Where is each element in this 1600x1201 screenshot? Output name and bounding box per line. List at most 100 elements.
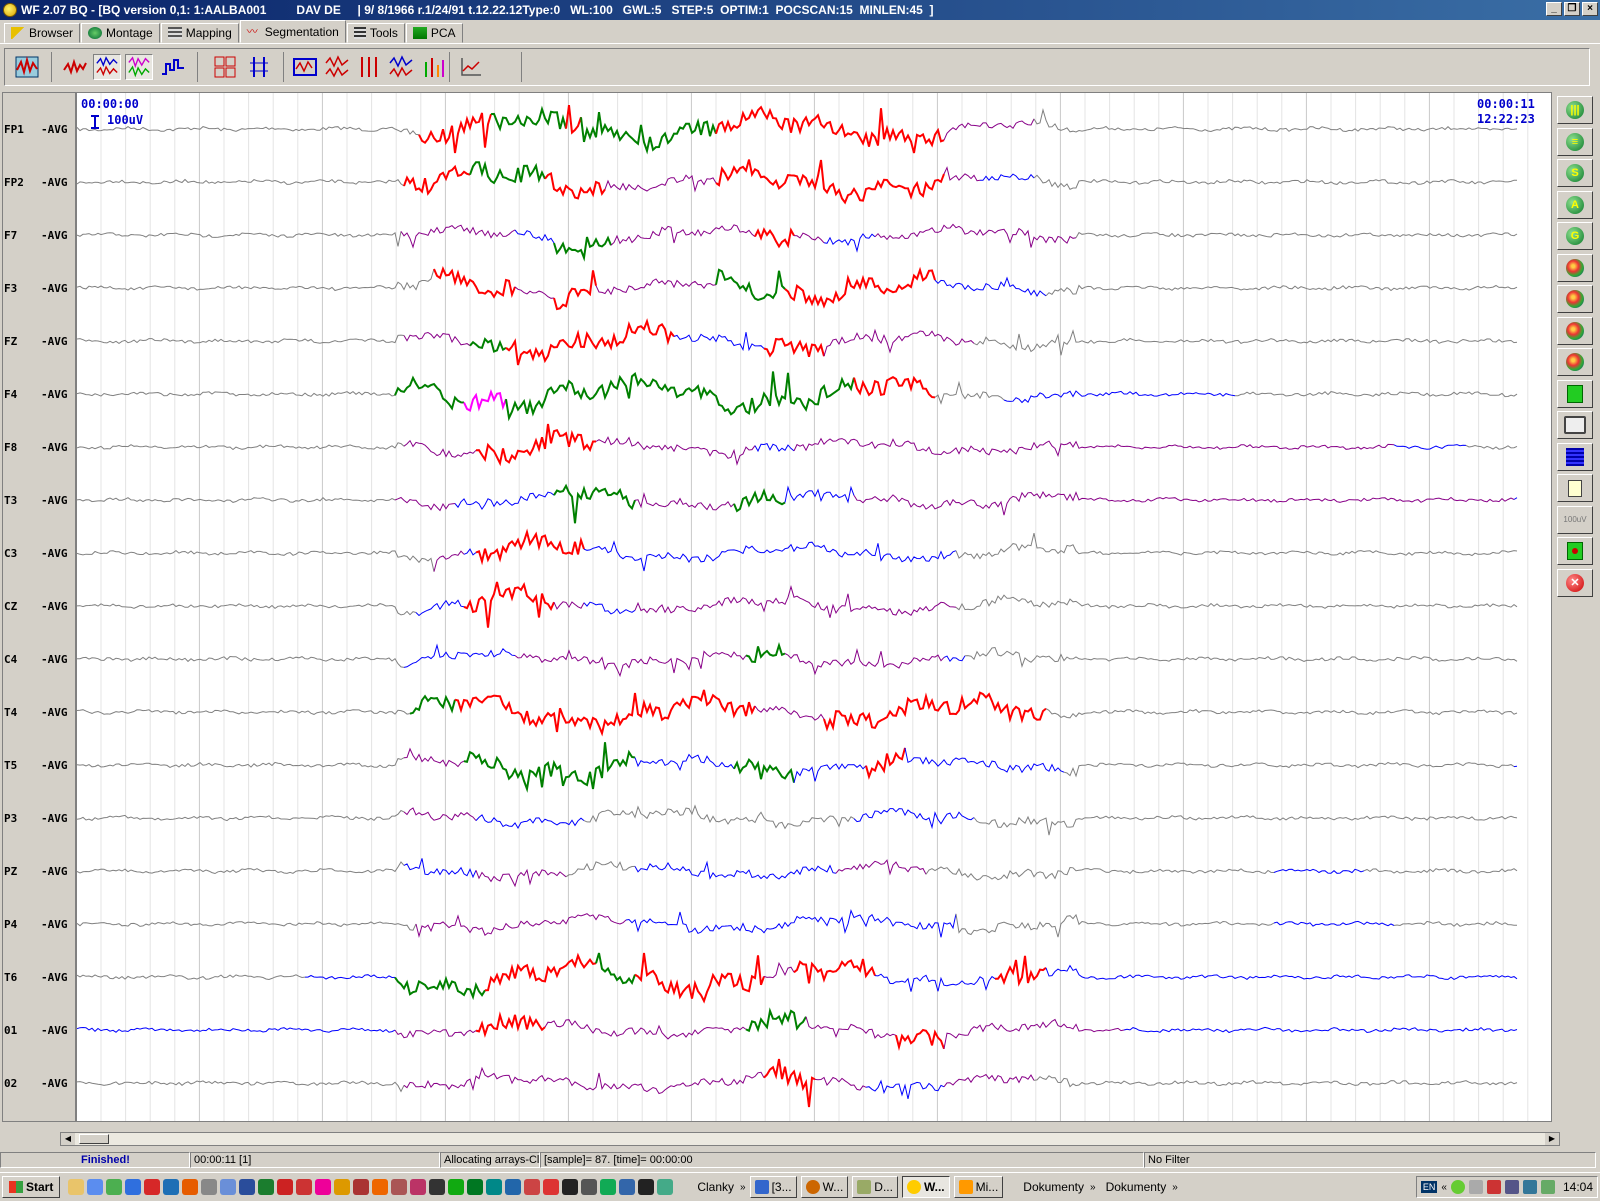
scroll-thumb[interactable] bbox=[79, 1134, 109, 1144]
side-button[interactable] bbox=[1557, 285, 1593, 313]
side-button[interactable]: A bbox=[1557, 191, 1593, 219]
task-button[interactable]: [3... bbox=[750, 1176, 797, 1198]
start-button[interactable]: Start bbox=[2, 1176, 60, 1198]
histogram-icon[interactable] bbox=[159, 54, 187, 80]
tray-expand-icon[interactable]: « bbox=[1441, 1182, 1447, 1193]
quick-launch-icon[interactable] bbox=[581, 1179, 597, 1195]
quick-launch-icon[interactable] bbox=[562, 1179, 578, 1195]
chart-icon[interactable] bbox=[457, 54, 485, 80]
segment-view-icon[interactable] bbox=[13, 54, 41, 80]
quick-launch-icon[interactable] bbox=[68, 1179, 84, 1195]
documents-toolbar[interactable]: Dokumenty bbox=[1023, 1180, 1084, 1194]
scroll-right-icon[interactable]: ▶ bbox=[1545, 1133, 1559, 1145]
quick-launch-icon[interactable] bbox=[486, 1179, 502, 1195]
side-button[interactable] bbox=[1557, 380, 1593, 408]
chevron-icon[interactable]: » bbox=[1090, 1182, 1096, 1193]
tab-pca[interactable]: PCA bbox=[406, 23, 463, 43]
quick-launch-icon[interactable] bbox=[182, 1179, 198, 1195]
tree-icon[interactable] bbox=[245, 54, 273, 80]
quick-launch-icon[interactable] bbox=[543, 1179, 559, 1195]
quick-launch-icon[interactable] bbox=[391, 1179, 407, 1195]
taskbar: Start Clanky » [3... W... D... W... Mi..… bbox=[0, 1172, 1600, 1201]
folder-toolbar[interactable]: Clanky bbox=[697, 1180, 734, 1194]
bars-color-icon[interactable] bbox=[419, 54, 447, 80]
wave-multi-icon[interactable] bbox=[93, 54, 121, 80]
language-indicator[interactable]: EN bbox=[1421, 1181, 1438, 1193]
tab-browser[interactable]: Browser bbox=[4, 23, 80, 43]
side-button[interactable]: ||| bbox=[1557, 96, 1593, 124]
tab-segmentation[interactable]: 〰 Segmentation bbox=[240, 20, 346, 43]
segment-box-icon[interactable] bbox=[291, 54, 319, 80]
chevron-icon[interactable]: » bbox=[1172, 1182, 1178, 1193]
quick-launch-icon[interactable] bbox=[296, 1179, 312, 1195]
quick-launch-icon[interactable] bbox=[239, 1179, 255, 1195]
quick-launch-icon[interactable] bbox=[334, 1179, 350, 1195]
app-icon[interactable] bbox=[3, 3, 17, 17]
side-button[interactable]: S bbox=[1557, 159, 1593, 187]
quick-launch-icon[interactable] bbox=[144, 1179, 160, 1195]
close-button[interactable]: × bbox=[1582, 2, 1598, 16]
wave-color-icon[interactable] bbox=[125, 54, 153, 80]
tab-mapping[interactable]: Mapping bbox=[161, 23, 239, 43]
quick-launch-icon[interactable] bbox=[619, 1179, 635, 1195]
eeg-traces[interactable] bbox=[77, 93, 1549, 1121]
eeg-display[interactable]: FP1-AVGFP2-AVGF7-AVGF3-AVGFZ-AVGF4-AVGF8… bbox=[2, 92, 1552, 1122]
side-button[interactable] bbox=[1557, 348, 1593, 376]
minimize-button[interactable]: _ bbox=[1546, 2, 1562, 16]
quick-launch-icon[interactable] bbox=[448, 1179, 464, 1195]
quick-launch-icon[interactable] bbox=[524, 1179, 540, 1195]
quick-launch-icon[interactable] bbox=[201, 1179, 217, 1195]
scroll-left-icon[interactable]: ◀ bbox=[61, 1133, 75, 1145]
quick-launch-icon[interactable] bbox=[410, 1179, 426, 1195]
quick-launch-icon[interactable] bbox=[600, 1179, 616, 1195]
quick-launch-icon[interactable] bbox=[353, 1179, 369, 1195]
side-button[interactable]: G bbox=[1557, 222, 1593, 250]
quick-launch-icon[interactable] bbox=[372, 1179, 388, 1195]
quick-launch-icon[interactable] bbox=[467, 1179, 483, 1195]
restore-button[interactable]: ❐ bbox=[1564, 2, 1580, 16]
tray-icon[interactable] bbox=[1541, 1180, 1555, 1194]
quick-launch-icon[interactable] bbox=[505, 1179, 521, 1195]
side-button[interactable]: ✕ bbox=[1557, 569, 1593, 597]
quick-launch-icon[interactable] bbox=[315, 1179, 331, 1195]
task-button[interactable]: Mi... bbox=[954, 1176, 1004, 1198]
side-button[interactable]: ≡ bbox=[1557, 128, 1593, 156]
task-button[interactable]: W... bbox=[801, 1176, 849, 1198]
quick-launch-icon[interactable] bbox=[657, 1179, 673, 1195]
quick-launch-icon[interactable] bbox=[87, 1179, 103, 1195]
quick-launch-icon[interactable] bbox=[277, 1179, 293, 1195]
tab-tools[interactable]: Tools bbox=[347, 23, 405, 43]
wave-blue-icon[interactable] bbox=[387, 54, 415, 80]
task-button[interactable]: D... bbox=[852, 1176, 898, 1198]
side-button[interactable]: 100uV bbox=[1557, 506, 1593, 534]
quick-launch-icon[interactable] bbox=[220, 1179, 236, 1195]
segment-wave-icon[interactable] bbox=[323, 54, 351, 80]
side-button[interactable] bbox=[1557, 443, 1593, 471]
quick-launch-icon[interactable] bbox=[429, 1179, 445, 1195]
tab-montage[interactable]: Montage bbox=[81, 23, 160, 43]
quick-launch-icon[interactable] bbox=[106, 1179, 122, 1195]
task-button[interactable]: W... bbox=[902, 1176, 950, 1198]
wave-red-icon[interactable] bbox=[61, 54, 89, 80]
tray-icon[interactable] bbox=[1487, 1180, 1501, 1194]
numbers-icon[interactable] bbox=[211, 54, 239, 80]
tray-icon[interactable] bbox=[1451, 1180, 1465, 1194]
documents-toolbar[interactable]: Dokumenty bbox=[1106, 1180, 1167, 1194]
tray-icon[interactable] bbox=[1505, 1180, 1519, 1194]
quick-launch-icon[interactable] bbox=[258, 1179, 274, 1195]
side-button[interactable] bbox=[1557, 474, 1593, 502]
markers-icon[interactable] bbox=[355, 54, 383, 80]
quick-launch-icon[interactable] bbox=[163, 1179, 179, 1195]
tray-icon[interactable] bbox=[1523, 1180, 1537, 1194]
tray-icon[interactable] bbox=[1469, 1180, 1483, 1194]
side-button[interactable] bbox=[1557, 537, 1593, 565]
side-toolbar: ||| ≡ SAG 100uV ✕ bbox=[1554, 92, 1598, 1122]
side-button[interactable] bbox=[1557, 254, 1593, 282]
horizontal-scrollbar[interactable]: ◀ ▶ bbox=[60, 1132, 1560, 1146]
quick-launch-icon[interactable] bbox=[125, 1179, 141, 1195]
chevron-icon[interactable]: » bbox=[740, 1182, 746, 1193]
side-button[interactable] bbox=[1557, 411, 1593, 439]
quick-launch-icon[interactable] bbox=[638, 1179, 654, 1195]
eeg-segment bbox=[515, 287, 554, 298]
side-button[interactable] bbox=[1557, 317, 1593, 345]
